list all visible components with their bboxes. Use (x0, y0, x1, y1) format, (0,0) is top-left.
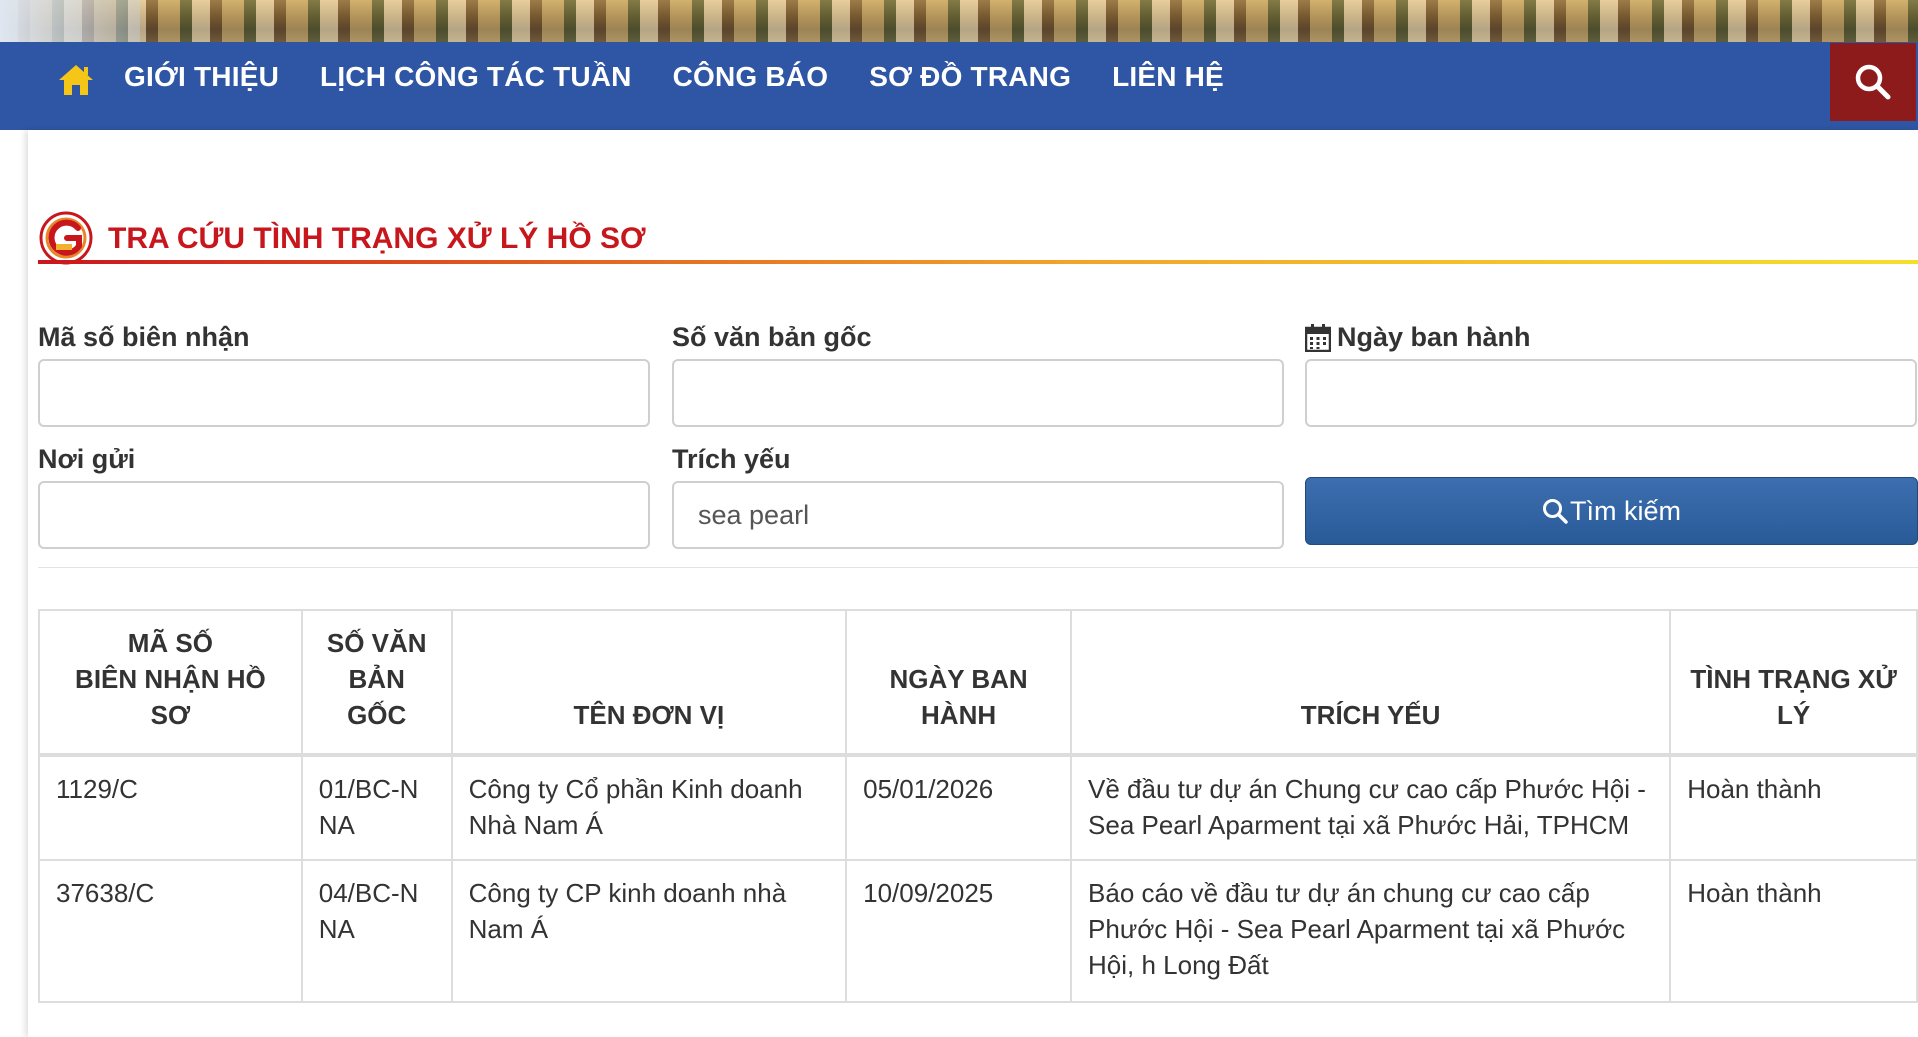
cell-original-doc: 04/BC-NNA (300, 859, 453, 1003)
cell-unit: Công ty CP kinh doanh nhà Nam Á (450, 859, 848, 1003)
nav-menu: GIỚI THIỆU LỊCH CÔNG TÁC TUẦN CÔNG BÁO S… (124, 42, 1265, 112)
section-header: TRA CỨU TÌNH TRẠNG XỬ LÝ HỒ SƠ (38, 208, 1918, 268)
cell-issue-date: 10/09/2025 (845, 859, 1073, 1003)
search-button-label: Tìm kiếm (1570, 495, 1681, 526)
cell-unit: Công ty Cổ phần Kinh doanh Nhà Nam Á (450, 754, 848, 861)
divider (38, 567, 1918, 568)
cell-summary: Báo cáo về đầu tư dự án chung cư cao cấp… (1070, 859, 1672, 1003)
cell-original-doc: 01/BC-NNA (300, 754, 453, 861)
search-icon (1855, 64, 1891, 100)
nav-search-button[interactable] (1830, 43, 1916, 121)
nav-item-so-do-trang[interactable]: SƠ ĐỒ TRANG (869, 61, 1071, 93)
table-row[interactable]: 37638/C 04/BC-NNA Công ty CP kinh doanh … (38, 859, 1918, 1003)
column-header-summary[interactable]: TRÍCH YẾU (1070, 609, 1672, 757)
summary-input[interactable] (672, 481, 1284, 549)
issue-date-input[interactable] (1305, 359, 1917, 427)
cell-summary: Về đầu tư dự án Chung cư cao cấp Phước H… (1070, 754, 1672, 861)
column-header-original-doc[interactable]: SỐ VĂN BẢN GỐC (300, 609, 453, 757)
calendar-icon (1305, 323, 1331, 352)
summary-label: Trích yếu (672, 444, 791, 474)
main-content: TRA CỨU TÌNH TRẠNG XỬ LÝ HỒ SƠ Mã số biê… (28, 130, 1918, 1037)
column-header-unit[interactable]: TÊN ĐƠN VỊ (450, 609, 848, 757)
page-title: TRA CỨU TÌNH TRẠNG XỬ LÝ HỒ SƠ (108, 222, 646, 255)
search-icon (1543, 499, 1568, 524)
nav-item-lich-cong-tac-tuan[interactable]: LỊCH CÔNG TÁC TUẦN (320, 61, 632, 93)
cell-status: Hoàn thành (1669, 754, 1918, 861)
cell-receipt: 37638/C (38, 859, 303, 1003)
column-header-receipt[interactable]: MÃ SỐ BIÊN NHẬN HỒ SƠ (38, 609, 303, 757)
cell-receipt: 1129/C (38, 754, 303, 861)
column-header-status[interactable]: TÌNH TRẠNG XỬ LÝ (1669, 609, 1918, 757)
sender-input[interactable] (38, 481, 650, 549)
column-header-issue-date[interactable]: NGÀY BAN HÀNH (845, 609, 1073, 757)
cell-status: Hoàn thành (1669, 859, 1918, 1003)
original-doc-label: Số văn bản gốc (672, 322, 872, 352)
title-underline (38, 260, 1918, 264)
table-row[interactable]: 1129/C 01/BC-NNA Công ty Cổ phần Kinh do… (38, 754, 1918, 861)
table-header-row: MÃ SỐ BIÊN NHẬN HỒ SƠ SỐ VĂN BẢN GỐC TÊN… (38, 609, 1918, 757)
receipt-input[interactable] (38, 359, 650, 427)
nav-item-cong-bao[interactable]: CÔNG BÁO (673, 61, 829, 93)
nav-item-gioi-thieu[interactable]: GIỚI THIỆU (124, 61, 279, 93)
receipt-label: Mã số biên nhận (38, 322, 250, 352)
sender-label: Nơi gửi (38, 444, 136, 474)
results-table: MÃ SỐ BIÊN NHẬN HỒ SƠ SỐ VĂN BẢN GỐC TÊN… (38, 609, 1918, 1003)
nav-item-lien-he[interactable]: LIÊN HỆ (1112, 61, 1224, 93)
cell-issue-date: 05/01/2026 (845, 754, 1073, 861)
issue-date-label-group: Ngày ban hành (1305, 322, 1531, 353)
home-icon[interactable] (56, 60, 96, 100)
issue-date-label: Ngày ban hành (1337, 322, 1531, 352)
search-submit-button[interactable]: Tìm kiếm (1305, 477, 1918, 545)
original-doc-input[interactable] (672, 359, 1284, 427)
main-navbar: GIỚI THIỆU LỊCH CÔNG TÁC TUẦN CÔNG BÁO S… (0, 42, 1918, 130)
header-banner-image (0, 0, 1918, 42)
